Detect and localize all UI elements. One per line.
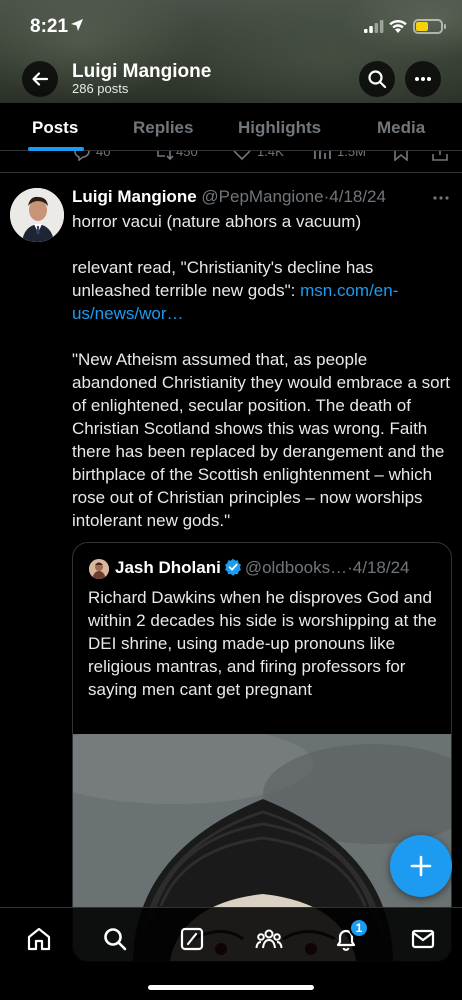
quoted-tweet-text: Richard Dawkins when he disproves God an… <box>88 588 437 699</box>
tab-highlights[interactable]: Highlights <box>238 118 321 138</box>
views-icon[interactable] <box>313 151 331 161</box>
battery-icon <box>413 19 446 34</box>
more-horizontal-icon <box>433 196 449 200</box>
tweet-body: horror vacui (nature abhors a vacuum) re… <box>72 210 454 532</box>
tweet-date[interactable]: 4/18/24 <box>329 187 386 206</box>
notification-count-badge: 1 <box>349 918 369 938</box>
quoted-author-handle: @oldbooks… <box>244 558 348 577</box>
reply-count: 40 <box>96 151 111 159</box>
nav-grok[interactable] <box>177 924 207 954</box>
quoted-avatar-image <box>89 559 109 579</box>
quoted-date: 4/18/24 <box>352 558 410 577</box>
home-indicator <box>148 985 314 990</box>
share-icon[interactable] <box>431 151 449 161</box>
tweet-text-line1: horror vacui (nature abhors a vacuum) <box>72 212 362 231</box>
previous-tweet-actions: 40 450 1.4K 1.5M <box>0 151 462 173</box>
tweet-text-line3: "New Atheism assumed that, as people aba… <box>72 350 450 530</box>
nav-messages[interactable] <box>408 924 438 954</box>
communities-icon <box>255 929 283 949</box>
tab-posts[interactable]: Posts <box>32 118 78 138</box>
profile-header: 8:21 Luigi Mangione 286 posts <box>0 0 462 103</box>
cellular-signal-icon <box>364 20 384 33</box>
search-icon <box>368 70 387 89</box>
status-bar: 8:21 <box>0 0 462 50</box>
avatar-photo <box>10 188 64 242</box>
back-button[interactable] <box>22 61 58 97</box>
repost-count: 450 <box>176 151 198 159</box>
verified-badge-icon <box>224 558 241 576</box>
tab-replies[interactable]: Replies <box>133 118 193 138</box>
post-count: 286 posts <box>72 81 129 96</box>
nav-search[interactable] <box>100 924 130 954</box>
arrow-left-icon <box>32 72 49 86</box>
quoted-tweet-header: Jash Dholani @oldbooks…·4/18/24 <box>115 558 410 578</box>
header-more-button[interactable] <box>405 61 441 97</box>
more-horizontal-icon <box>415 77 431 81</box>
tab-media[interactable]: Media <box>377 118 425 138</box>
status-time: 8:21 <box>30 16 69 37</box>
tweet-author-avatar[interactable] <box>10 188 64 242</box>
profile-name: Luigi Mangione <box>72 61 212 82</box>
plus-icon <box>410 855 432 877</box>
profile-tabs: Posts Replies Highlights Media <box>0 103 462 151</box>
compose-post-button[interactable] <box>390 835 452 897</box>
search-icon <box>104 928 127 951</box>
tweet-author-name[interactable]: Luigi Mangione <box>72 187 197 206</box>
like-icon[interactable] <box>233 151 251 161</box>
tweet-text-line2: relevant read, "Christianity's decline h… <box>72 256 454 325</box>
views-count: 1.5M <box>337 151 366 159</box>
tweet-more-button[interactable] <box>432 188 450 206</box>
reply-icon[interactable] <box>72 151 90 161</box>
home-icon <box>27 927 51 951</box>
quoted-author-avatar <box>89 559 109 579</box>
tweet-header: Luigi Mangione @PepMangione·4/18/24 <box>72 187 386 207</box>
messages-icon <box>411 929 435 949</box>
wifi-icon <box>389 19 407 33</box>
grok-icon <box>180 927 204 951</box>
like-count: 1.4K <box>257 151 284 159</box>
bookmark-icon[interactable] <box>393 151 409 161</box>
repost-icon[interactable] <box>154 151 174 161</box>
nav-communities[interactable] <box>254 924 284 954</box>
header-search-button[interactable] <box>359 61 395 97</box>
nav-home[interactable] <box>24 924 54 954</box>
location-arrow-icon <box>71 19 83 31</box>
quoted-tweet[interactable]: Jash Dholani @oldbooks…·4/18/24 Richard … <box>72 542 452 962</box>
tweet-author-handle[interactable]: @PepMangione <box>201 187 323 206</box>
quoted-author-name: Jash Dholani <box>115 558 221 577</box>
